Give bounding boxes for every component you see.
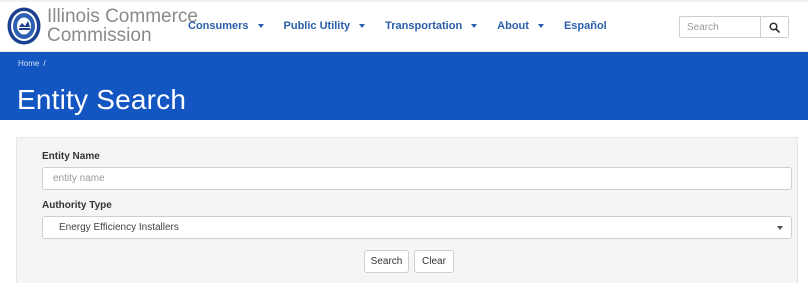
main-nav: Consumers Public Utility Transportation …: [188, 0, 627, 52]
search-button[interactable]: Search: [364, 250, 409, 273]
header-search-button[interactable]: [760, 17, 788, 37]
header-search-input[interactable]: [680, 17, 760, 37]
nav-public-utility[interactable]: Public Utility: [284, 20, 366, 32]
page-banner: Home / Entity Search: [0, 52, 808, 120]
search-form-panel: Entity Name Authority Type Energy Effici…: [16, 137, 798, 283]
nav-espanol-label: Español: [563, 20, 607, 32]
nav-about-label: About: [497, 20, 529, 32]
nav-transportation-label: Transportation: [385, 20, 463, 32]
chevron-down-icon: [471, 24, 478, 28]
nav-about[interactable]: About: [497, 20, 544, 32]
chevron-down-icon: [257, 24, 264, 28]
entity-name-input[interactable]: [42, 167, 792, 190]
nav-transportation[interactable]: Transportation: [385, 20, 478, 32]
breadcrumb-home[interactable]: Home: [18, 59, 39, 68]
nav-consumers[interactable]: Consumers: [188, 20, 264, 32]
chevron-down-icon: [537, 24, 544, 28]
brand-line-1: Illinois Commerce: [47, 6, 198, 27]
nav-public-utility-label: Public Utility: [283, 20, 351, 32]
nav-espanol[interactable]: Español: [564, 20, 607, 32]
chevron-down-icon: [359, 24, 366, 28]
entity-name-label: Entity Name: [42, 151, 100, 162]
page-title: Entity Search: [17, 84, 187, 115]
authority-type-selected: Energy Efficiency Installers: [59, 222, 179, 233]
authority-type-label: Authority Type: [42, 200, 112, 211]
brand-line-2: Commission: [47, 25, 152, 46]
top-navbar: Illinois Commerce Commission Consumers P…: [0, 0, 808, 52]
brand-name[interactable]: Illinois Commerce Commission: [47, 7, 198, 45]
main-content: Entity Name Authority Type Energy Effici…: [0, 120, 808, 283]
icc-seal-logo[interactable]: [6, 6, 42, 46]
search-icon: [769, 21, 780, 33]
nav-consumers-label: Consumers: [188, 20, 249, 32]
breadcrumb-separator: /: [43, 59, 46, 68]
breadcrumb: Home /: [18, 59, 46, 68]
chevron-down-icon: [777, 226, 783, 230]
authority-type-select[interactable]: Energy Efficiency Installers: [42, 216, 792, 239]
clear-button[interactable]: Clear: [414, 250, 454, 273]
header-search: [679, 16, 789, 38]
